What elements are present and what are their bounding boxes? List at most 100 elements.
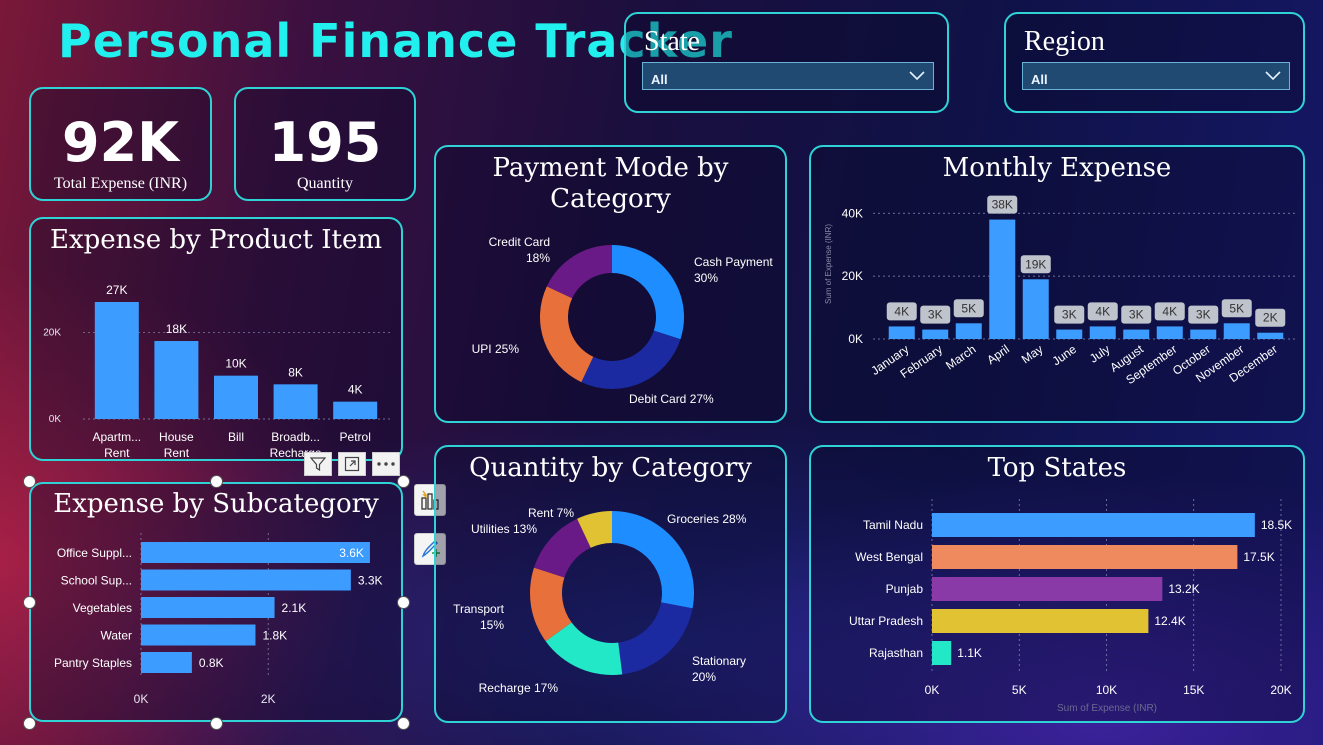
region-slicer: Region All <box>1004 12 1305 113</box>
quantity-category-chart-title: Quantity by Category <box>469 453 752 483</box>
data-label: 4K <box>1095 304 1110 318</box>
category-label: April <box>984 342 1012 367</box>
resize-handle[interactable] <box>210 475 223 488</box>
category-label: Office Suppl... <box>57 546 132 560</box>
bar <box>214 375 258 419</box>
donut-slice <box>540 286 594 383</box>
slice-label: Debit Card 27% <box>629 392 714 406</box>
bar <box>932 577 1163 601</box>
data-label: 0.8K <box>199 656 224 670</box>
top-states-chart-card[interactable]: Top States 0K 5K 10K 15K 20K Sum of Expense (… <box>809 445 1305 723</box>
data-label: 5K <box>1229 301 1244 315</box>
payment-mode-chart: Cash Payment 30% Debit Card 27% UPI 25% Cred… <box>472 235 774 406</box>
y-axis-label: Sum of Expense (INR) <box>824 224 833 304</box>
donut-slice <box>618 602 693 675</box>
more-options-button[interactable] <box>372 452 400 476</box>
bar <box>932 513 1255 537</box>
slice-label: Rent 7% <box>528 506 574 520</box>
state-dropdown-value: All <box>651 71 668 87</box>
focus-mode-button[interactable] <box>338 452 366 476</box>
bar <box>94 302 139 419</box>
slice-label: 30% <box>694 271 718 285</box>
quantity-category-chart-card[interactable]: Quantity by Category Groceries 28% Statio… <box>434 445 787 723</box>
bar <box>1223 323 1250 339</box>
state-slicer-label: State <box>644 26 700 57</box>
x-tick-label: 10K <box>1096 683 1117 697</box>
subcategory-chart-card[interactable]: Expense by Subcategory 0K 2K Office Suppl.… <box>29 482 403 722</box>
donut-slice <box>612 245 684 340</box>
data-label: 3.3K <box>358 574 383 588</box>
category-label: Pantry Staples <box>54 656 132 670</box>
category-label: School Sup... <box>61 574 132 588</box>
category-label: Uttar Pradesh <box>849 614 923 628</box>
category-label: Rent <box>164 446 190 459</box>
data-label: 1.1K <box>957 646 982 660</box>
state-slicer: State All <box>624 12 949 113</box>
payment-mode-chart-card[interactable]: Payment Mode by Category Cash Payment 30%… <box>434 145 787 423</box>
resize-handle[interactable] <box>23 596 36 609</box>
data-label: 4K <box>348 383 363 397</box>
region-dropdown-value: All <box>1031 71 1048 87</box>
data-label: 3K <box>1129 308 1144 322</box>
kpi-total-expense-card[interactable]: 92K Total Expense (INR) <box>29 87 212 201</box>
bar <box>141 624 256 646</box>
x-tick-label: 2K <box>261 692 276 706</box>
data-label: 17.5K <box>1243 550 1274 564</box>
bar <box>1156 326 1183 339</box>
kpi-total-expense-value: 92K <box>62 111 179 174</box>
filter-button[interactable] <box>304 452 332 476</box>
resize-handle[interactable] <box>210 717 223 730</box>
product-item-chart-card[interactable]: Expense by Product Item 0K 20K 27K Apartm..… <box>29 217 403 461</box>
y-tick-label: 20K <box>842 269 863 283</box>
subcategory-chart: 0K 2K Office Suppl... 3.6K School Sup... 3.3K… <box>54 533 383 706</box>
bar <box>932 545 1238 569</box>
category-label: House <box>159 430 194 444</box>
kpi-quantity-value: 195 <box>268 111 382 174</box>
donut-slice <box>581 330 681 389</box>
category-label: Apartm... <box>92 430 141 444</box>
data-label: 18K <box>166 322 187 336</box>
bar <box>1089 326 1116 339</box>
resize-handle[interactable] <box>23 717 36 730</box>
region-dropdown[interactable]: All <box>1022 62 1290 90</box>
region-slicer-label: Region <box>1024 26 1105 57</box>
slice-label: Utilities 13% <box>471 522 537 536</box>
bar <box>333 401 378 419</box>
kpi-quantity-card[interactable]: 195 Quantity <box>234 87 416 201</box>
filter-icon <box>310 457 326 472</box>
product-item-chart-title: Expense by Product Item <box>49 225 382 255</box>
data-label: 10K <box>225 357 246 371</box>
donut-slice <box>546 245 612 299</box>
bar <box>1190 329 1217 339</box>
data-label: 38K <box>992 198 1013 212</box>
category-label: West Bengal <box>855 550 923 564</box>
resize-handle[interactable] <box>397 717 410 730</box>
category-label: May <box>1019 342 1046 366</box>
slice-label: 15% <box>480 618 504 632</box>
bar <box>1022 279 1049 339</box>
y-tick-label: 0K <box>49 414 62 425</box>
monthly-expense-chart-card[interactable]: Monthly Expense 0K 20K 40K Sum of Expense (… <box>809 145 1305 423</box>
bar <box>141 597 275 618</box>
chevron-down-icon <box>1265 71 1281 81</box>
y-tick-label: 20K <box>43 327 61 338</box>
x-tick-label: 0K <box>925 683 940 697</box>
category-label: Vegetables <box>73 601 132 615</box>
data-label: 8K <box>288 365 303 379</box>
quantity-category-chart: Groceries 28% Stationary 20% Recharge 17% Tr… <box>453 506 747 695</box>
slice-label: Groceries 28% <box>667 512 747 526</box>
resize-handle[interactable] <box>397 475 410 488</box>
category-label: June <box>1050 342 1080 369</box>
y-tick-label: 0K <box>848 332 863 346</box>
slice-label: 20% <box>692 670 716 684</box>
slice-label: Transport <box>453 602 505 616</box>
slice-label: UPI 25% <box>472 342 520 356</box>
bar <box>932 609 1149 633</box>
data-label: 18.5K <box>1261 518 1292 532</box>
state-dropdown[interactable]: All <box>642 62 934 90</box>
resize-handle[interactable] <box>23 475 36 488</box>
category-label: Bill <box>228 430 244 444</box>
data-label: 3.6K <box>339 546 364 560</box>
category-label: Rajasthan <box>869 646 923 660</box>
resize-handle[interactable] <box>397 596 410 609</box>
